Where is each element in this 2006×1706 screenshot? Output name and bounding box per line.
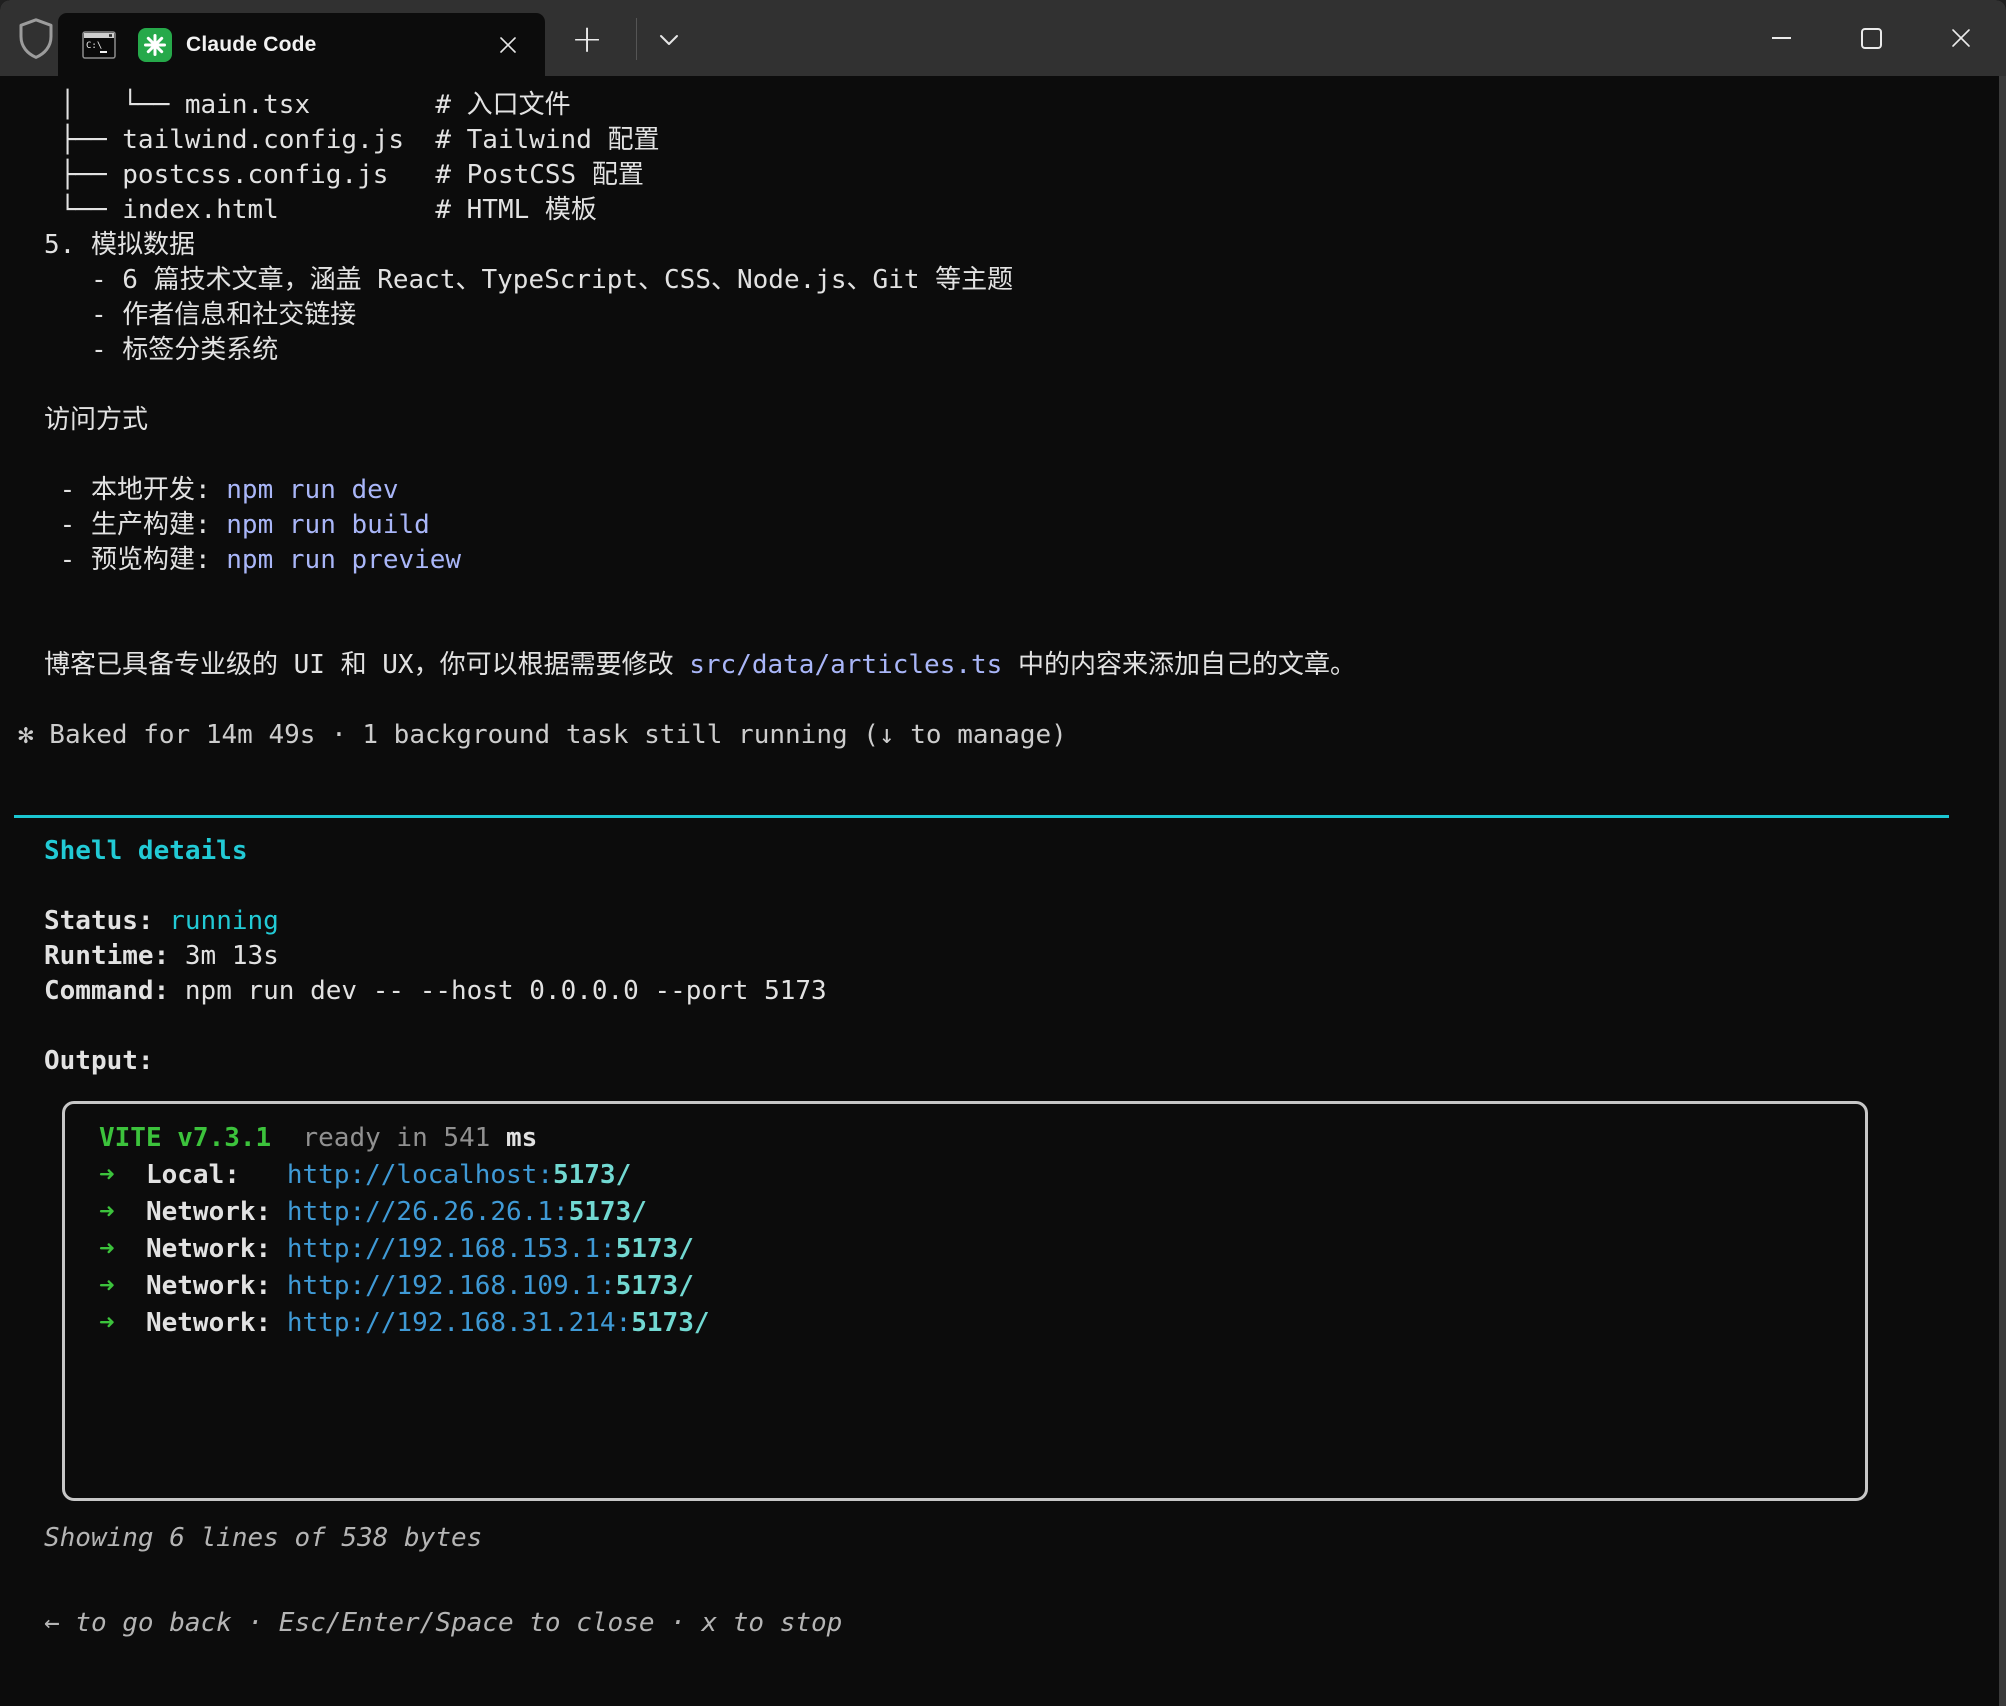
terminal-line: - 生产构建: npm run build (44, 508, 1999, 543)
svg-text:C:\: C:\ (86, 41, 102, 51)
terminal-line: └── index.html # HTML 模板 (44, 193, 1999, 228)
new-tab-button[interactable]: + (565, 18, 609, 62)
terminal-icon: C:\ (82, 30, 116, 60)
terminal-line: ➜ Network: http://192.168.31.214:5173/ (99, 1305, 1865, 1342)
scrollbar[interactable] (1999, 76, 2006, 1706)
terminal-line: 访问方式 (44, 403, 1999, 438)
terminal-line (44, 438, 1999, 473)
tab-dropdown-button[interactable] (652, 24, 686, 56)
terminal-line (44, 578, 1999, 613)
terminal-line: ← to go back · Esc/Enter/Space to close … (44, 1606, 1999, 1641)
terminal-line: ➜ Local: http://localhost:5173/ (99, 1157, 1865, 1194)
terminal-line: │ └── main.tsx # 入口文件 (44, 88, 1999, 123)
minimize-button[interactable] (1736, 0, 1826, 76)
maximize-icon (1861, 28, 1882, 49)
footer-hints: Showing 6 lines of 538 bytes ← to go back… (0, 1521, 1999, 1641)
terminal-line: VITE v7.3.1 ready in 541 ms (99, 1120, 1865, 1157)
terminal-line: Showing 6 lines of 538 bytes (44, 1521, 1999, 1556)
separator-line (14, 815, 1949, 818)
terminal-line: - 标签分类系统 (44, 333, 1999, 368)
terminal-line (44, 869, 1999, 904)
titlebar-divider (636, 18, 637, 60)
terminal-window: C:\ Claude Code (0, 0, 2006, 1706)
terminal-line: Status: running (44, 904, 1999, 939)
terminal-line: - 作者信息和社交链接 (44, 298, 1999, 333)
output-box: VITE v7.3.1 ready in 541 ms➜ Local: http… (62, 1101, 1868, 1501)
terminal-line (44, 368, 1999, 403)
titlebar[interactable]: C:\ Claude Code (0, 0, 2006, 76)
terminal-line: ├── postcss.config.js # PostCSS 配置 (44, 158, 1999, 193)
terminal-line: 5. 模拟数据 (44, 228, 1999, 263)
terminal-line: - 预览构建: npm run preview (44, 543, 1999, 578)
window-controls (1736, 0, 2006, 76)
tab-title: Claude Code (186, 33, 495, 57)
terminal-line: Output: (44, 1044, 1999, 1079)
terminal-line: 博客已具备专业级的 UI 和 UX，你可以根据需要修改 src/data/art… (44, 648, 1999, 683)
claude-code-icon (138, 28, 172, 62)
terminal-line: Shell details (44, 834, 1999, 869)
terminal-line: ➜ Network: http://192.168.153.1:5173/ (99, 1231, 1865, 1268)
tab-close-icon[interactable] (495, 32, 521, 58)
terminal-line (44, 683, 1999, 718)
terminal-line: ➜ Network: http://192.168.109.1:5173/ (99, 1268, 1865, 1305)
terminal-line: Command: npm run dev -- --host 0.0.0.0 -… (44, 974, 1999, 1009)
terminal-line: Runtime: 3m 13s (44, 939, 1999, 974)
terminal-line: - 6 篇技术文章，涵盖 React、TypeScript、CSS、Node.j… (44, 263, 1999, 298)
maximize-button[interactable] (1826, 0, 1916, 76)
tab-claude-code[interactable]: C:\ Claude Code (58, 13, 545, 76)
scrollback-text: │ └── main.tsx # 入口文件 ├── tailwind.confi… (0, 76, 1999, 753)
admin-shield-icon (16, 17, 56, 61)
terminal-line (44, 1009, 1999, 1044)
minimize-icon (1772, 37, 1791, 39)
terminal-line (44, 613, 1999, 648)
terminal-content[interactable]: │ └── main.tsx # 入口文件 ├── tailwind.confi… (0, 76, 1999, 1706)
terminal-line: ➜ Network: http://26.26.26.1:5173/ (99, 1194, 1865, 1231)
shell-details-panel: Shell details Status: runningRuntime: 3m… (0, 834, 1999, 1079)
terminal-line: ├── tailwind.config.js # Tailwind 配置 (44, 123, 1999, 158)
close-icon (1951, 28, 1971, 48)
terminal-line: ✻ Baked for 14m 49s · 1 background task … (18, 718, 1999, 753)
terminal-line: - 本地开发: npm run dev (44, 473, 1999, 508)
close-button[interactable] (1916, 0, 2006, 76)
